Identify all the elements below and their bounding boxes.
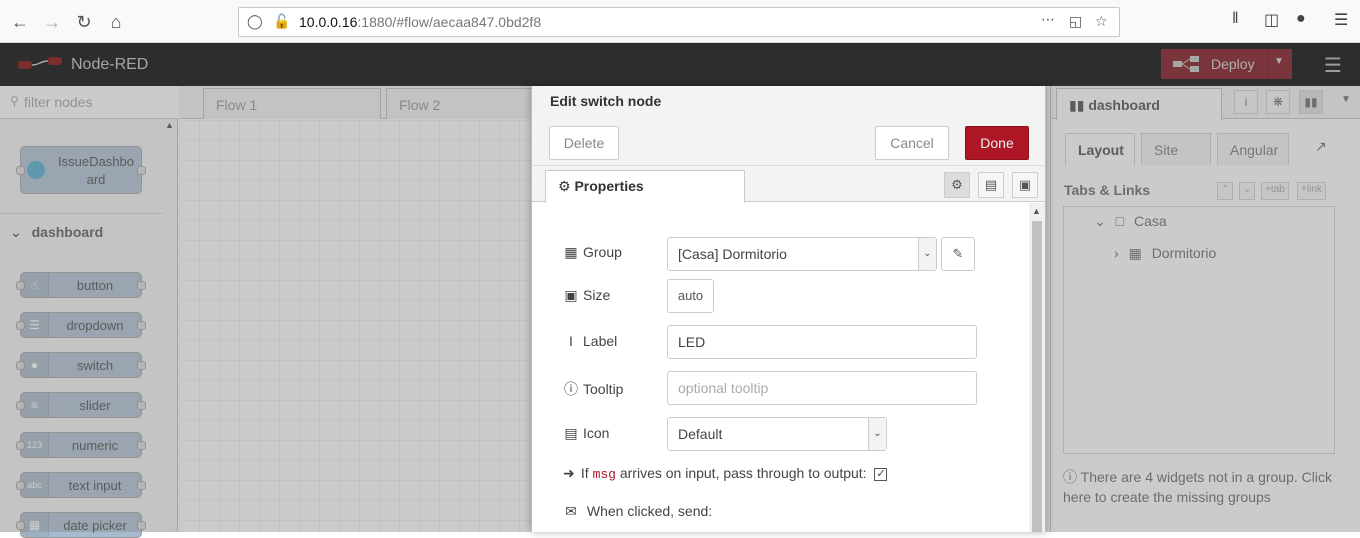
description-file-icon[interactable]: ▤ <box>978 172 1004 198</box>
text-cursor-icon: I <box>569 333 573 349</box>
url-text[interactable]: 10.0.0.16:1880/#flow/aecaa847.0bd2f8 <box>299 14 541 30</box>
tab-properties-label: Properties <box>574 178 644 194</box>
label-label: I Label <box>563 333 617 349</box>
arrow-right-icon: ➜ <box>563 465 575 481</box>
pass-code: msg <box>592 467 616 482</box>
pass-prefix: If <box>580 465 589 481</box>
browser-menu-icon[interactable]: ☰ <box>1334 10 1348 30</box>
pass-through-row: ➜ If msg arrives on input, pass through … <box>563 465 888 482</box>
reload-icon[interactable]: ↻ <box>70 8 98 36</box>
image-icon: ▤ <box>564 425 578 441</box>
group-label: ▦ Group <box>564 244 622 260</box>
when-clicked-label: When clicked, send: <box>586 503 713 519</box>
pocket-icon[interactable]: ◱ <box>1069 13 1082 30</box>
expand-icon: ▣ <box>564 287 578 303</box>
forward-icon[interactable]: → <box>38 8 66 36</box>
info-circle-icon: ⓘ <box>564 381 578 397</box>
size-button[interactable]: auto <box>667 279 714 313</box>
icon-select[interactable]: Default ⌄ <box>667 417 887 451</box>
library-icon[interactable]: ‖ <box>1232 10 1239 28</box>
bookmark-star-icon[interactable]: ☆ <box>1095 13 1108 30</box>
icon-label: ▤ Icon <box>564 425 610 441</box>
delete-button[interactable]: Delete <box>549 126 619 160</box>
node-settings-gear-icon[interactable]: ⚙ <box>944 172 970 198</box>
tooltip-input[interactable]: optional tooltip <box>667 371 977 405</box>
properties-form: ▦ Group [Casa] Dormitorio ⌄ ✎ ▣ Size auto … <box>532 203 1029 532</box>
icon-select-value: Default <box>678 426 723 442</box>
done-button[interactable]: Done <box>965 126 1029 160</box>
appearance-frame-icon[interactable]: ▣ <box>1012 172 1038 198</box>
more-icon[interactable]: ⋯ <box>1041 11 1055 28</box>
sidebar-toggle-icon[interactable]: ◫ <box>1264 10 1279 30</box>
chevron-down-icon: ⌄ <box>868 418 886 450</box>
when-clicked-row: ✉ When clicked, send: <box>563 503 712 520</box>
label-input[interactable]: LED <box>667 325 977 359</box>
edit-group-pencil-button[interactable]: ✎ <box>941 237 975 271</box>
pass-through-checkbox[interactable]: ✓ <box>874 467 888 481</box>
tooltip-label: ⓘ Tooltip <box>564 381 624 397</box>
header-dim-overlay <box>0 43 1360 86</box>
cancel-button[interactable]: Cancel <box>875 126 949 160</box>
properties-tab-bar: ⚙ Properties ⚙ ▤ ▣ <box>532 166 1045 203</box>
account-icon[interactable]: ● <box>1296 10 1306 28</box>
form-scrollbar[interactable]: ▲ <box>1029 203 1045 532</box>
insecure-lock-icon[interactable]: 🔓 <box>273 13 290 30</box>
scrollbar-thumb[interactable] <box>1032 221 1042 532</box>
gear-icon: ⚙ <box>558 178 571 194</box>
table-icon: ▦ <box>564 244 578 260</box>
url-bar[interactable]: ◯ 🔓 10.0.0.16:1880/#flow/aecaa847.0bd2f8… <box>238 7 1120 37</box>
home-icon[interactable]: ⌂ <box>102 8 130 36</box>
back-icon[interactable]: ← <box>6 8 34 36</box>
tab-properties[interactable]: ⚙ Properties <box>545 170 745 203</box>
scroll-up-icon[interactable]: ▲ <box>1032 206 1041 216</box>
tray-title: Edit switch node <box>550 93 662 109</box>
group-select[interactable]: [Casa] Dormitorio ⌄ <box>667 237 937 271</box>
envelope-icon: ✉ <box>565 503 577 519</box>
size-label: ▣ Size <box>564 287 611 303</box>
shield-icon[interactable]: ◯ <box>247 13 263 30</box>
edit-tray: Edit switch node Delete Cancel Done ⚙ Pr… <box>531 86 1046 532</box>
chevron-down-icon: ⌄ <box>918 238 936 270</box>
pass-suffix: arrives on input, pass through to output… <box>619 465 867 481</box>
browser-toolbar: ← → ↻ ⌂ ◯ 🔓 10.0.0.16:1880/#flow/aecaa84… <box>0 0 1360 43</box>
group-select-value: [Casa] Dormitorio <box>678 246 787 262</box>
tray-header: Edit switch node Delete Cancel Done <box>532 86 1045 166</box>
